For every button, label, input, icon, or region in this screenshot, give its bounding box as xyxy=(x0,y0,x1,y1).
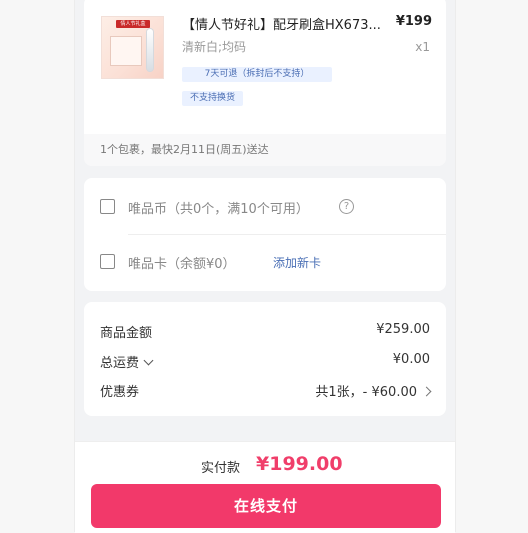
pay-label: 实付款 xyxy=(201,461,241,476)
pay-amount: ¥199.00 xyxy=(256,453,343,475)
shipping-fee-toggle[interactable]: 总运费 xyxy=(100,352,154,371)
chevron-down-icon xyxy=(143,355,154,366)
coupon-selector[interactable]: 共1张，- ¥60.00 xyxy=(315,381,432,400)
pay-online-button[interactable]: 在线支付 xyxy=(91,484,441,528)
product-title[interactable]: 【情人节好礼】配牙刷盒HX673... xyxy=(182,14,396,33)
divider xyxy=(128,234,446,235)
product-thumbnail[interactable]: 情人节礼盒 xyxy=(101,16,164,79)
return-policy-tag: 7天可退（拆封后不支持） xyxy=(182,67,332,82)
shipping-fee-label: 总运费 xyxy=(100,356,140,371)
add-card-link[interactable]: 添加新卡 xyxy=(273,254,321,271)
goods-amount-label: 商品金额 xyxy=(100,326,153,341)
coupon-label: 优惠券 xyxy=(100,385,140,400)
card-checkbox[interactable] xyxy=(100,254,115,269)
product-price: ¥199 xyxy=(395,14,432,29)
thumb-gift-box xyxy=(110,36,142,66)
chevron-right-icon xyxy=(421,386,432,397)
thumb-badge: 情人节礼盒 xyxy=(116,20,150,28)
payment-options-card: 唯品币（共0个，满10个可用） ? 唯品卡（余额¥0） 添加新卡 xyxy=(84,178,446,291)
help-icon[interactable]: ? xyxy=(339,199,354,214)
checkout-page: 情人节礼盒 【情人节好礼】配牙刷盒HX673... ¥199 清新白;均码 x1… xyxy=(74,0,456,533)
product-spec: 清新白;均码 xyxy=(182,40,247,54)
product-card: 情人节礼盒 【情人节好礼】配牙刷盒HX673... ¥199 清新白;均码 x1… xyxy=(84,0,446,166)
shipping-note: 1个包裹，最快2月11日(周五)送达 xyxy=(84,134,446,166)
payment-bar: 实付款 ¥199.00 在线支付 xyxy=(75,441,455,533)
exchange-policy-tag: 不支持换货 xyxy=(182,91,244,106)
price-summary-card: 商品金额 ¥259.00 总运费 ¥0.00 优惠券 共1张，- ¥60.00 xyxy=(84,302,446,416)
coupon-value: 共1张，- ¥60.00 xyxy=(315,385,417,400)
product-quantity: x1 xyxy=(415,40,430,54)
shipping-fee-value: ¥0.00 xyxy=(392,352,430,367)
thumb-toothbrush xyxy=(147,29,153,71)
coin-label: 唯品币（共0个，满10个可用） xyxy=(128,202,309,217)
coin-checkbox[interactable] xyxy=(100,199,115,214)
goods-amount-value: ¥259.00 xyxy=(376,322,430,337)
card-label: 唯品卡（余额¥0） xyxy=(128,257,236,272)
